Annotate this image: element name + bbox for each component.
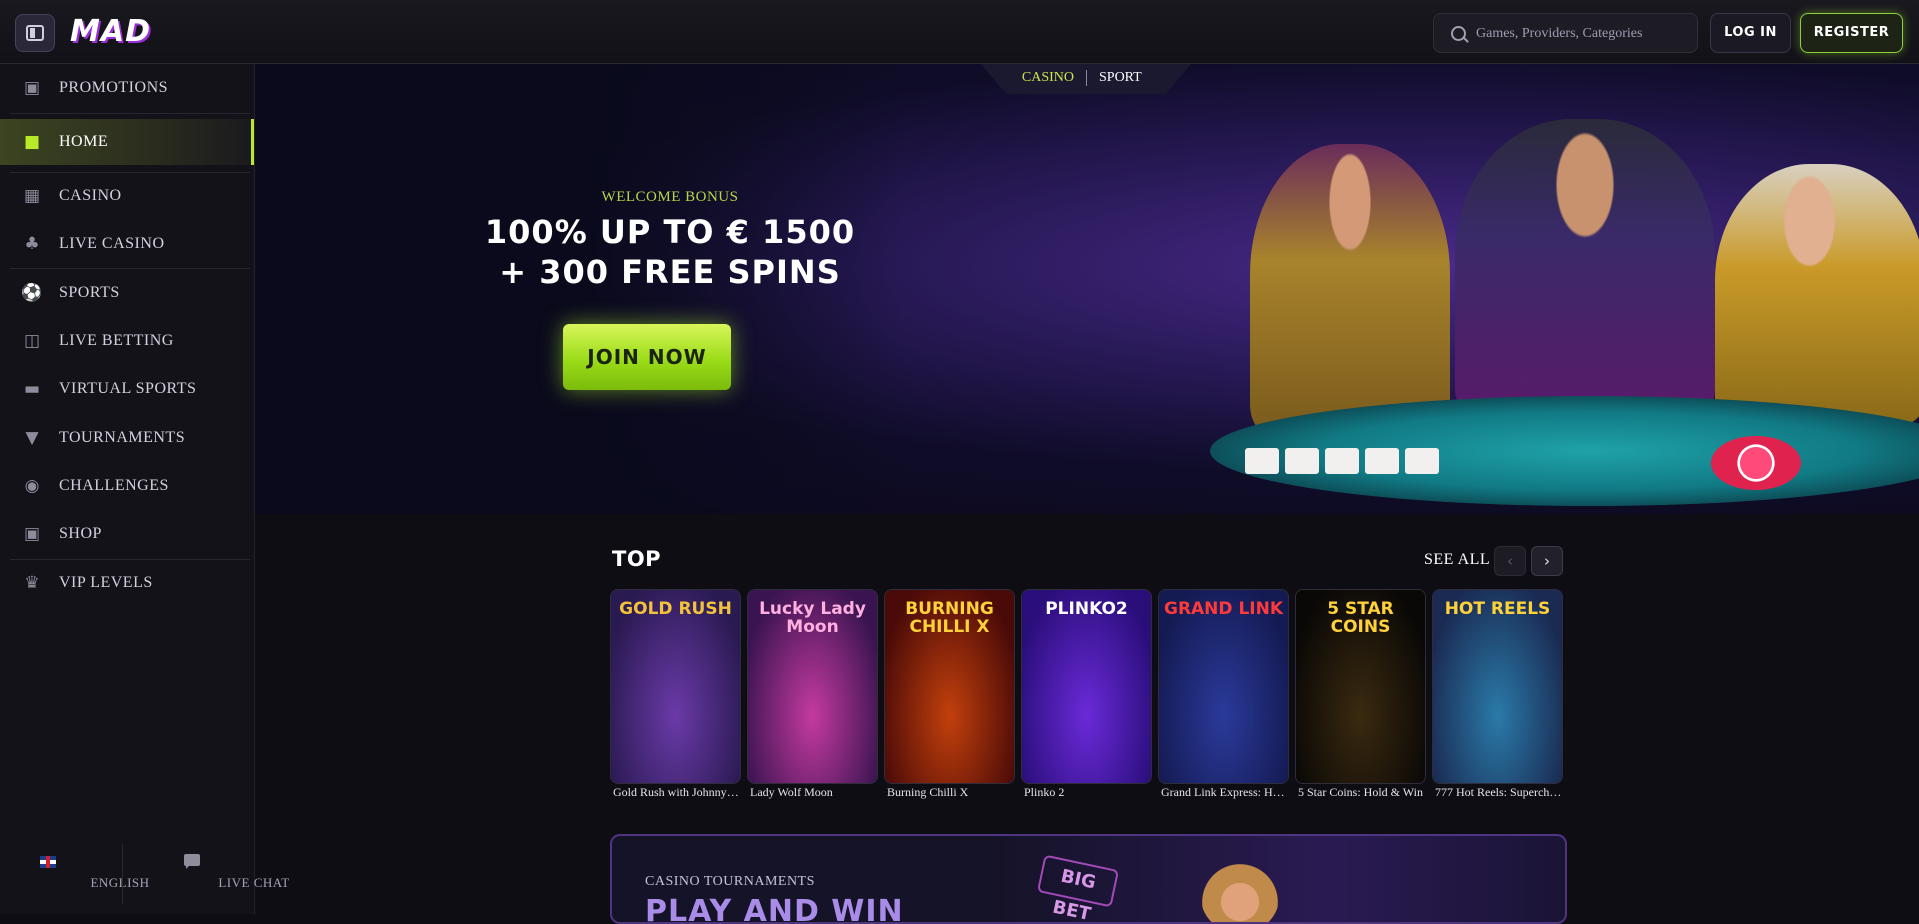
tv-icon: ◫ [23, 331, 41, 351]
language-selector[interactable]: ENGLISH [0, 834, 149, 914]
chevron-right-icon: › [1544, 552, 1550, 570]
game-tile[interactable]: HOT REELS [1432, 589, 1563, 784]
medal-icon: ◉ [24, 476, 40, 496]
game-art-title: GOLD RUSH [619, 599, 732, 619]
sidebar-item-sports[interactable]: ⚽ SPORTS [0, 270, 254, 316]
sidebar-item-promotions[interactable]: ▣ PROMOTIONS [0, 65, 254, 111]
game-name[interactable]: Burning Chilli X [887, 785, 1015, 800]
game-name[interactable]: Lady Wolf Moon [750, 785, 878, 800]
live-chat-button[interactable]: LIVE CHAT [130, 834, 289, 914]
sidebar-toggle-button[interactable] [15, 14, 55, 52]
sidebar-item-label: CASINO [59, 187, 122, 204]
game-name[interactable]: Plinko 2 [1024, 785, 1152, 800]
sidebar-item-label: PROMOTIONS [59, 79, 169, 96]
sidebar-item-label: TOURNAMENTS [59, 429, 186, 446]
sidebar-item-label: HOME [59, 133, 109, 150]
gift-icon: ▣ [23, 78, 41, 98]
game-art-title: HOT REELS [1444, 599, 1551, 619]
tournament-subtitle: CASINO TOURNAMENTS [645, 874, 815, 889]
game-tile[interactable]: Lucky Lady Moon [747, 589, 878, 784]
sidebar-item-shop[interactable]: ▣ SHOP [0, 511, 254, 557]
sidebar: ▣ PROMOTIONS ■ HOME ▦ CASINO ♣ LIVE CASI… [0, 64, 289, 914]
carousel-next-button[interactable]: › [1531, 546, 1563, 576]
game-art-title: Lucky Lady Moon [759, 599, 866, 637]
welcome-bonus-label: WELCOME BONUS [601, 189, 739, 205]
carousel-prev-button[interactable]: ‹ [1494, 546, 1526, 576]
uk-flag-icon [40, 856, 56, 868]
sidebar-item-label: VIP LEVELS [59, 574, 153, 591]
sidebar-item-virtual-sports[interactable]: ▬ VIRTUAL SPORTS [0, 366, 254, 412]
game-tile[interactable]: GOLD RUSH [610, 589, 741, 784]
top-bar: MAD LOG IN REGISTER [0, 0, 1919, 64]
search-input[interactable] [1474, 14, 1693, 54]
live-chat-label: LIVE CHAT [218, 875, 290, 890]
trophy-icon: ▼ [25, 428, 39, 448]
sidebar-item-label: SHOP [59, 525, 102, 542]
bonus-headline: 100% UP TO € 1500 + 300 FREE SPINS [435, 212, 905, 292]
game-name[interactable]: 5 Star Coins: Hold & Win [1298, 785, 1426, 800]
sidebar-item-label: CHALLENGES [59, 477, 169, 494]
shopping-bag-icon: ▣ [23, 524, 41, 544]
sidebar-item-challenges[interactable]: ◉ CHALLENGES [0, 463, 254, 509]
sidebar-item-vip-levels[interactable]: ♛ VIP LEVELS [0, 560, 254, 606]
slot-machine-icon: ▦ [23, 186, 41, 206]
sidebar-item-casino[interactable]: ▦ CASINO [0, 173, 254, 219]
casino-sport-switch: CASINO SPORT [981, 64, 1191, 94]
join-now-button[interactable]: JOIN NOW [563, 324, 731, 390]
playing-cards-image [1245, 448, 1455, 476]
game-art-title: PLINKO2 [1045, 599, 1128, 619]
tournament-title: PLAY AND WIN [645, 894, 904, 924]
game-name[interactable]: Grand Link Express: Hold & Win [1161, 785, 1289, 800]
player-woman-left-image [1250, 144, 1450, 434]
search-box[interactable] [1433, 13, 1698, 54]
bonus-headline-line2: + 300 FREE SPINS [499, 253, 841, 291]
game-name[interactable]: Gold Rush with Johnny Cash [613, 785, 741, 800]
player-woman-right-image [1715, 164, 1919, 424]
cards-icon: ♣ [24, 234, 40, 254]
game-art-title: GRAND LINK [1163, 599, 1284, 619]
footer-divider [122, 844, 123, 904]
home-icon: ■ [23, 132, 41, 152]
gamepad-icon: ▬ [23, 379, 41, 399]
sidebar-item-live-casino[interactable]: ♣ LIVE CASINO [0, 221, 254, 267]
sidebar-item-label: VIRTUAL SPORTS [59, 380, 197, 397]
tournament-banner[interactable]: CASINO TOURNAMENTS PLAY AND WIN BIG BET [610, 834, 1567, 924]
search-icon [1451, 26, 1466, 41]
player-man-center-image [1455, 119, 1715, 419]
game-tile[interactable]: PLINKO2 [1021, 589, 1152, 784]
hero-banner: CASINO SPORT WELCOME BONUS 100% UP TO € … [255, 64, 1919, 514]
chat-bubble-icon [184, 854, 200, 869]
sidebar-item-label: LIVE CASINO [59, 235, 165, 252]
chevron-left-icon: ‹ [1507, 552, 1513, 570]
site-logo[interactable]: MAD [70, 13, 151, 51]
big-bet-sign-image: BIG BET [1036, 854, 1120, 922]
sidebar-item-label: LIVE BETTING [59, 332, 174, 349]
soccer-ball-icon: ⚽ [21, 283, 43, 303]
bonus-headline-line1: 100% UP TO € 1500 [484, 213, 856, 251]
section-title-top: TOP [612, 547, 662, 571]
sidebar-divider [10, 113, 250, 114]
sidebar-item-home[interactable]: ■ HOME [0, 119, 254, 165]
game-art-title: 5 STAR COINS [1327, 599, 1394, 637]
game-name[interactable]: 777 Hot Reels: Supercharged [1435, 785, 1563, 800]
login-button[interactable]: LOG IN [1710, 13, 1791, 53]
game-tile[interactable]: 5 STAR COINS [1295, 589, 1426, 784]
poker-table-illustration [855, 64, 1919, 514]
sidebar-item-live-betting[interactable]: ◫ LIVE BETTING [0, 318, 254, 364]
sidebar-item-label: SPORTS [59, 284, 120, 301]
game-art-title: BURNING CHILLI X [905, 599, 994, 637]
crown-icon: ♛ [24, 573, 40, 593]
sidebar-footer: ENGLISH LIVE CHAT [0, 834, 289, 914]
see-all-link[interactable]: SEE ALL [1424, 551, 1490, 569]
register-button[interactable]: REGISTER [1800, 13, 1903, 53]
poker-chip-image [1711, 436, 1801, 490]
game-tile[interactable]: BURNING CHILLI X [884, 589, 1015, 784]
sidebar-toggle-icon [26, 25, 44, 41]
game-tile[interactable]: GRAND LINK [1158, 589, 1289, 784]
sidebar-divider [10, 268, 250, 269]
sidebar-item-tournaments[interactable]: ▼ TOURNAMENTS [0, 415, 254, 461]
